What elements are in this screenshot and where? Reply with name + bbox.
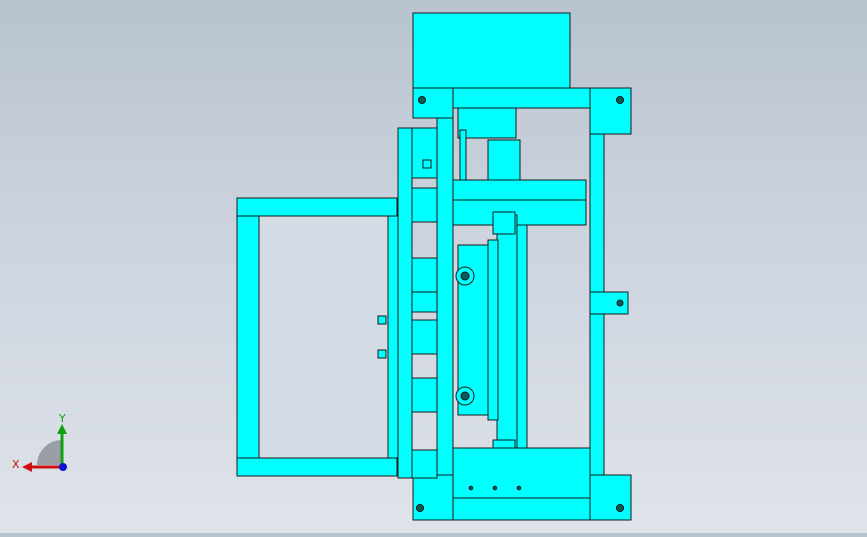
slide-block [411,291,438,313]
upper-mid-plate [452,199,587,226]
cad-model-front-view[interactable] [236,12,632,521]
y-axis-head [57,424,67,434]
slide-block-spacer [411,319,438,355]
corner-block-bottom-left [412,474,454,521]
outer-frame-top [236,197,398,217]
mount-hole [416,504,424,512]
slide-block [411,449,438,479]
x-axis-head [22,462,32,472]
upper-mid-crossbar [452,179,587,201]
outer-frame-bottom [236,457,398,477]
pulley-housing [457,107,517,139]
z-axis-dot [59,463,67,471]
mount-hole [616,96,624,104]
knob [377,349,387,359]
cylinder-inner [487,239,499,421]
coordinate-triad: Y X [10,410,80,480]
mount-hole [616,299,624,307]
triad-base-quadrant [37,440,62,465]
corner-block-bottom-right [589,474,632,521]
bearing-upper-inner [460,271,470,281]
carriage-top [492,211,516,235]
knob [377,315,387,325]
mount-hole [418,96,426,104]
outer-frame-left [236,215,260,459]
corner-block-top-left [412,87,454,119]
knob [422,159,432,169]
belt-strip [459,129,467,181]
outer-frame-inner [258,215,389,459]
lead-screw-guide [496,214,518,461]
plate-hole [492,485,498,491]
plate-hole [468,485,474,491]
bearing-lower-inner [460,391,470,401]
left-inner-post [397,127,413,479]
y-axis-label: Y [58,412,66,425]
mount-hole [616,504,624,512]
left-vertical-post [436,89,454,521]
x-axis-label: X [12,458,20,471]
slide-block [411,257,438,293]
corner-block-top-right [589,87,632,135]
outer-frame-right [387,215,399,459]
lead-screw-rail [516,224,528,451]
left-inner-panel [411,127,438,179]
plate-hole [516,485,522,491]
pulley-bracket [487,139,521,181]
cad-graphics-viewport[interactable] [0,0,867,533]
motor-housing [412,12,571,92]
slide-block [411,377,438,413]
lower-base-plate [452,447,591,499]
slide-block [411,187,438,223]
